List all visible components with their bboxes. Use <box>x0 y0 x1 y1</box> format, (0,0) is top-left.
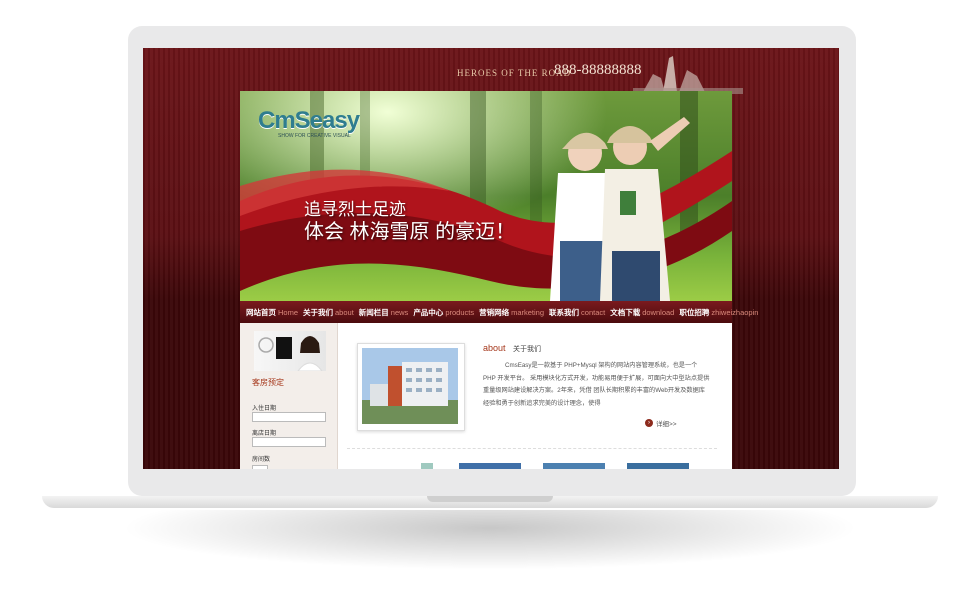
about-section: about 关于我们 CmsEasy是一款基于 PHP+Mysql 架构的网站内… <box>337 323 732 469</box>
laptop-shadow <box>120 510 860 570</box>
building-image <box>362 348 458 424</box>
product-thumb-4[interactable] <box>627 463 689 469</box>
arrow-right-icon: › <box>645 419 653 427</box>
nav-item-marketing[interactable]: 营销网络 marketing <box>479 307 544 318</box>
about-text: CmsEasy是一款基于 PHP+Mysql 架构的网站内容管理系统，也是一个 … <box>483 362 710 407</box>
main-nav: 网站首页 Home 关于我们 about 新闻栏目 news 产品中心 products… <box>240 301 758 323</box>
more-link[interactable]: › 详细>> <box>645 418 677 428</box>
rooms-label: 房间数 <box>252 457 271 463</box>
booking-sidebar: 客房预定 入住日期 离店日期 房间数 <box>240 323 338 469</box>
site-logo[interactable]: CmSeasy <box>258 107 360 135</box>
product-thumb-3[interactable] <box>543 463 605 469</box>
about-heading: about <box>483 343 506 353</box>
checkin-input[interactable] <box>252 412 326 422</box>
service-avatar-icon <box>258 336 324 372</box>
nav-item-jobs[interactable]: 职位招聘 zhiweizhaopin <box>679 307 758 318</box>
site-header: HEROES OF THE ROAD 888-88888888 <box>143 48 839 94</box>
more-link-label: 详细>> <box>656 421 677 428</box>
product-thumb-2[interactable] <box>459 463 521 469</box>
nav-item-news[interactable]: 新闻栏目 news <box>359 307 409 318</box>
booking-title: 客房预定 <box>252 378 284 387</box>
laptop-notch <box>427 496 553 502</box>
header-phone: 888-88888888 <box>554 62 642 78</box>
checkout-label: 离店日期 <box>252 431 277 437</box>
nav-item-about[interactable]: 关于我们 about <box>303 307 354 318</box>
nav-item-home[interactable]: 网站首页 Home <box>246 307 298 318</box>
banner-slogan-line2: 体会 林海雪原 的豪迈！ <box>304 221 516 243</box>
nav-item-products[interactable]: 产品中心 products <box>413 307 474 318</box>
checkin-label: 入住日期 <box>252 406 277 412</box>
service-photo <box>254 331 326 372</box>
nav-item-contact[interactable]: 联系我们 contact <box>549 307 605 318</box>
laptop-screen: HEROES OF THE ROAD 888-88888888 CmSeasy … <box>143 48 839 469</box>
rooms-select[interactable] <box>252 465 268 469</box>
checkout-input[interactable] <box>252 437 326 447</box>
monument-icon <box>633 56 743 94</box>
about-subheading: 关于我们 <box>513 346 541 353</box>
hero-banner: CmSeasy SHOW FOR CREATIVE VISUAL 追寻烈士足迹 … <box>240 91 732 301</box>
section-divider <box>347 448 717 449</box>
logo-subtitle: SHOW FOR CREATIVE VISUAL <box>278 133 351 139</box>
about-photo[interactable] <box>357 343 465 431</box>
content-area: 客房预定 入住日期 离店日期 房间数 about 关于我们 CmsEasy是一款… <box>240 323 732 469</box>
product-thumb-1[interactable] <box>421 463 433 469</box>
nav-item-download[interactable]: 文档下载 download <box>610 307 674 318</box>
